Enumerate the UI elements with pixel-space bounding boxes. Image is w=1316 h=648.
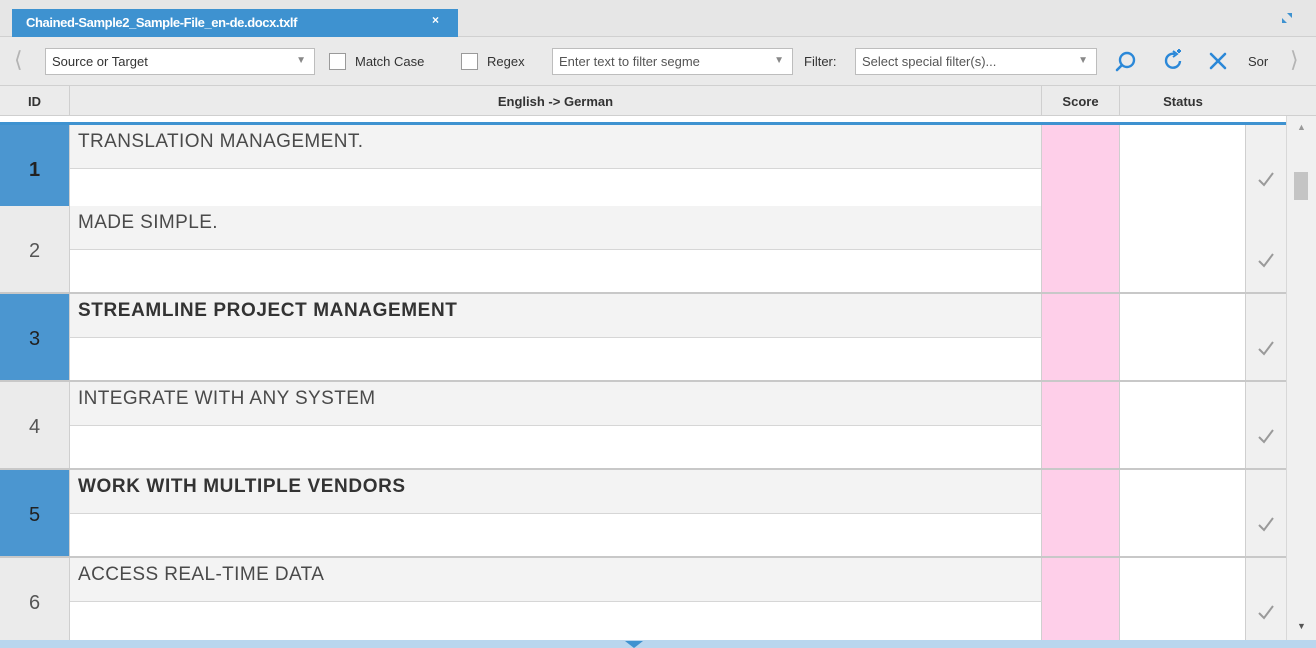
scope-select-value: Source or Target: [52, 54, 148, 69]
checkmark-icon: [1258, 429, 1274, 444]
source-text: TRANSLATION MANAGEMENT.: [70, 125, 1042, 169]
confirm-segment-button[interactable]: [1246, 382, 1286, 468]
checkmark-icon: [1258, 605, 1274, 620]
filter-text-input[interactable]: Enter text to filter segme ▼: [552, 48, 793, 75]
status-cell: [1120, 125, 1246, 207]
source-text: INTEGRATE WITH ANY SYSTEM: [70, 382, 1042, 426]
confirm-segment-button[interactable]: [1246, 470, 1286, 556]
checkmark-icon: [1258, 253, 1274, 268]
maximize-icon[interactable]: [1280, 11, 1294, 25]
checkmark-icon: [1258, 517, 1274, 532]
column-header-score[interactable]: Score: [1042, 86, 1120, 116]
score-cell: [1042, 382, 1120, 468]
source-text: ACCESS REAL-TIME DATA: [70, 558, 1042, 602]
segment-row[interactable]: 3 STREAMLINE PROJECT MANAGEMENT: [0, 294, 1286, 382]
document-tab-title: Chained-Sample2_Sample-File_en-de.docx.t…: [26, 15, 298, 30]
tab-bar: Chained-Sample2_Sample-File_en-de.docx.t…: [0, 0, 1316, 37]
column-header-id[interactable]: ID: [0, 86, 70, 116]
source-text: MADE SIMPLE.: [70, 206, 1042, 250]
status-cell: [1120, 558, 1246, 640]
segment-id: 5: [0, 470, 70, 556]
target-text[interactable]: [70, 602, 1042, 640]
segment-row[interactable]: 4 INTEGRATE WITH ANY SYSTEM: [0, 382, 1286, 470]
special-filter-placeholder: Select special filter(s)...: [862, 54, 997, 69]
score-cell: [1042, 470, 1120, 556]
chevron-left-icon[interactable]: ⟨: [14, 47, 23, 73]
segment-grid: 1 TRANSLATION MANAGEMENT. 2 MADE SIMPLE.…: [0, 116, 1286, 640]
chevron-down-icon: ▼: [774, 55, 784, 66]
column-header-text[interactable]: English -> German: [70, 86, 1042, 116]
score-cell: [1042, 558, 1120, 640]
segment-id: 2: [0, 206, 70, 292]
target-text[interactable]: [70, 169, 1042, 211]
score-cell: [1042, 206, 1120, 292]
match-case-label: Match Case: [355, 54, 425, 69]
refresh-add-icon[interactable]: [1162, 49, 1186, 73]
column-header-status[interactable]: Status: [1120, 86, 1246, 116]
filter-text-placeholder: Enter text to filter segme: [559, 54, 700, 69]
chevron-right-icon[interactable]: ⟩: [1290, 47, 1299, 73]
chevron-down-icon: ▼: [296, 55, 306, 66]
bottom-splitter[interactable]: [0, 640, 1316, 648]
status-cell: [1120, 382, 1246, 468]
chevron-down-icon: ▼: [1078, 55, 1088, 66]
filter-toolbar: ⟨ Source or Target ▼ Match Case Regex En…: [0, 37, 1316, 86]
segment-row[interactable]: 6 ACCESS REAL-TIME DATA: [0, 558, 1286, 640]
confirm-segment-button[interactable]: [1246, 206, 1286, 292]
confirm-segment-button[interactable]: [1246, 558, 1286, 640]
target-text[interactable]: [70, 426, 1042, 468]
checkmark-icon: [1258, 341, 1274, 356]
status-cell: [1120, 470, 1246, 556]
segment-row[interactable]: 2 MADE SIMPLE.: [0, 206, 1286, 294]
sort-button[interactable]: Sor: [1248, 54, 1268, 69]
status-cell: [1120, 294, 1246, 380]
scrollbar-thumb[interactable]: [1294, 172, 1308, 200]
source-text: STREAMLINE PROJECT MANAGEMENT: [70, 294, 1042, 338]
segment-id: 1: [0, 125, 70, 207]
segment-row[interactable]: 1 TRANSLATION MANAGEMENT.: [0, 122, 1286, 211]
clear-filter-icon[interactable]: [1206, 49, 1230, 73]
filter-label: Filter:: [804, 54, 837, 69]
target-text[interactable]: [70, 338, 1042, 380]
score-cell: [1042, 294, 1120, 380]
vertical-scrollbar[interactable]: ▲ ▼: [1286, 116, 1316, 640]
score-cell: [1042, 125, 1120, 207]
scroll-up-icon[interactable]: ▲: [1297, 122, 1306, 132]
segment-row[interactable]: 5 WORK WITH MULTIPLE VENDORS: [0, 470, 1286, 558]
status-cell: [1120, 206, 1246, 292]
grid-header: ID English -> German Score Status: [0, 86, 1316, 116]
search-icon[interactable]: [1114, 49, 1138, 73]
match-case-checkbox[interactable]: [329, 53, 346, 70]
source-text: WORK WITH MULTIPLE VENDORS: [70, 470, 1042, 514]
segment-id: 4: [0, 382, 70, 468]
document-tab[interactable]: Chained-Sample2_Sample-File_en-de.docx.t…: [12, 9, 458, 37]
confirm-segment-button[interactable]: [1246, 294, 1286, 380]
scroll-down-icon[interactable]: ▼: [1297, 621, 1306, 631]
target-text[interactable]: [70, 514, 1042, 556]
close-tab-icon[interactable]: ×: [432, 13, 439, 27]
confirm-segment-button[interactable]: [1246, 125, 1286, 207]
target-text[interactable]: [70, 250, 1042, 292]
regex-checkbox[interactable]: [461, 53, 478, 70]
segment-id: 3: [0, 294, 70, 380]
scope-select[interactable]: Source or Target ▼: [45, 48, 315, 75]
collapse-panel-icon[interactable]: [625, 641, 643, 648]
checkmark-icon: [1258, 172, 1274, 187]
regex-label: Regex: [487, 54, 525, 69]
segment-id: 6: [0, 558, 70, 640]
special-filter-select[interactable]: Select special filter(s)... ▼: [855, 48, 1097, 75]
